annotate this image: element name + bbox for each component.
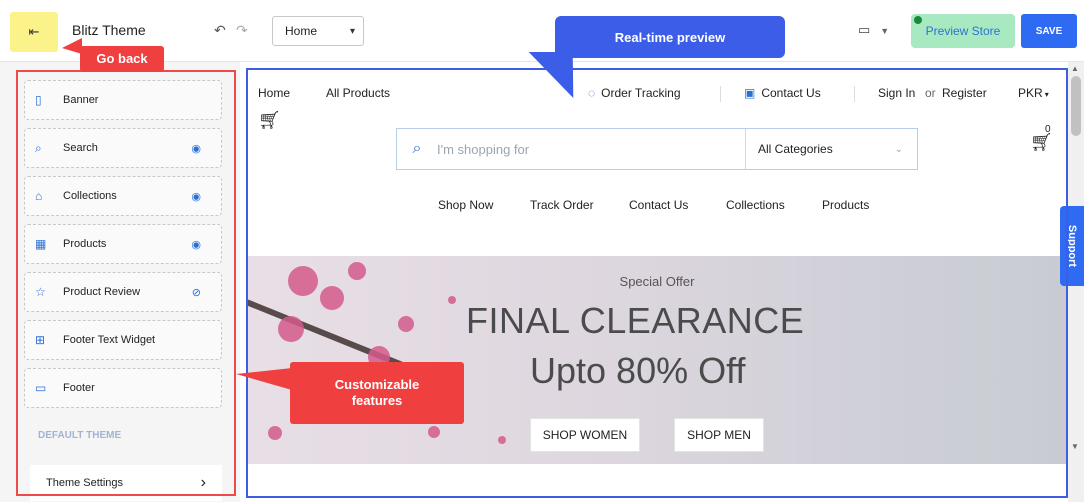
exit-icon: ⇤ bbox=[28, 24, 40, 39]
page-select-value: Home bbox=[285, 24, 318, 38]
caret-down-icon: ▼ bbox=[880, 26, 890, 36]
divider bbox=[854, 86, 855, 102]
blossom-decor bbox=[498, 436, 506, 444]
save-button[interactable]: SAVE bbox=[1021, 14, 1077, 48]
theme-settings-label: Theme Settings bbox=[46, 477, 124, 489]
chevron-down-icon: ▾ bbox=[349, 25, 355, 37]
category-select[interactable]: All Categories ⌄ bbox=[745, 129, 917, 169]
scroll-down-icon[interactable]: ▼ bbox=[1071, 442, 1079, 451]
preview-nav-home[interactable]: Home bbox=[258, 86, 290, 100]
sidebar-item-label: Product Review bbox=[63, 286, 141, 298]
support-label: Support bbox=[1066, 224, 1079, 268]
collections-icon: ⌂ bbox=[35, 189, 43, 203]
sidebar-item-label: Products bbox=[63, 238, 107, 250]
footer-icon: ▭ bbox=[35, 381, 47, 395]
shop-women-button[interactable]: SHOP WOMEN bbox=[530, 418, 640, 452]
redo-icon[interactable]: ↷ bbox=[236, 22, 248, 39]
theme-name: Blitz Theme bbox=[72, 22, 146, 38]
search-input[interactable]: I'm shopping for bbox=[437, 142, 745, 157]
currency-select[interactable]: PKR ▾ bbox=[1018, 86, 1049, 100]
store-search: ⌕ I'm shopping for All Categories ⌄ bbox=[396, 128, 918, 170]
banner-headline: FINAL CLEARANCE bbox=[466, 300, 805, 341]
sidebar-item-search[interactable]: ⌕ Search ◉ bbox=[24, 128, 222, 168]
preview-store-button[interactable]: Preview Store bbox=[911, 14, 1015, 48]
contact-us-link[interactable]: ▣ Contact Us bbox=[744, 86, 821, 100]
shop-men-button[interactable]: SHOP MEN bbox=[674, 418, 764, 452]
menu-contact-us[interactable]: Contact Us bbox=[629, 198, 688, 212]
product-review-icon: ☆ bbox=[35, 285, 46, 299]
banner-icon: ▯ bbox=[35, 93, 42, 107]
scroll-thumb[interactable] bbox=[1071, 76, 1081, 136]
sidebar-item-product-review[interactable]: ☆ Product Review ⊘ bbox=[24, 272, 222, 312]
menu-products[interactable]: Products bbox=[822, 198, 869, 212]
divider bbox=[720, 86, 721, 102]
logo-cart-icon[interactable]: 🛒︎ bbox=[258, 110, 281, 131]
contact-icon: ▣ bbox=[744, 86, 756, 100]
default-theme-heading: DEFAULT THEME bbox=[38, 430, 122, 441]
blossom-decor bbox=[320, 286, 344, 310]
order-tracking-label: Order Tracking bbox=[601, 86, 681, 100]
search-icon: ⌕ bbox=[412, 140, 422, 157]
scroll-up-icon[interactable]: ▲ bbox=[1071, 64, 1079, 73]
blossom-decor bbox=[428, 426, 440, 438]
banner-subheadline: Upto 80% Off bbox=[530, 350, 746, 391]
sign-in-link[interactable]: Sign In bbox=[878, 86, 915, 100]
callout-pointer bbox=[236, 368, 292, 390]
cart-count: 0 bbox=[1045, 124, 1051, 135]
live-preview: Home All Products ◌ Order Tracking ▣ Conta… bbox=[248, 70, 1066, 496]
banner-kicker: Special Offer bbox=[619, 274, 695, 289]
blossom-decor bbox=[448, 296, 456, 304]
page-select[interactable]: Home ▾ bbox=[272, 16, 364, 46]
or-text: or bbox=[925, 86, 936, 100]
preview-store-label: Preview Store bbox=[925, 24, 1001, 38]
caret-down-icon: ▾ bbox=[1044, 90, 1049, 99]
products-icon: ▦ bbox=[35, 237, 47, 251]
blossom-decor bbox=[268, 426, 282, 440]
sidebar-item-products[interactable]: ▦ Products ◉ bbox=[24, 224, 222, 264]
widget-icon: ⊞ bbox=[35, 333, 46, 347]
menu-shop-now[interactable]: Shop Now bbox=[438, 198, 493, 212]
eye-icon[interactable]: ◉ bbox=[191, 190, 201, 203]
chevron-right-icon: › bbox=[200, 474, 206, 491]
chevron-down-icon: ⌄ bbox=[894, 143, 903, 155]
customizable-callout-label: Customizable features bbox=[334, 377, 420, 408]
cart-icon[interactable]: 🛒︎ bbox=[1030, 132, 1053, 153]
go-back-callout: Go back bbox=[80, 46, 164, 72]
hero-banner: Special Offer FINAL CLEARANCE Upto 80% O… bbox=[248, 256, 1066, 464]
sidebar-item-footer[interactable]: ▭ Footer bbox=[24, 368, 222, 408]
eye-off-icon[interactable]: ⊘ bbox=[192, 286, 201, 299]
sidebar-item-label: Footer bbox=[63, 382, 95, 394]
sidebar-item-footer-text-widget[interactable]: ⊞ Footer Text Widget bbox=[24, 320, 222, 360]
menu-track-order[interactable]: Track Order bbox=[530, 198, 594, 212]
sidebar-item-label: Footer Text Widget bbox=[63, 334, 156, 346]
sidebar-item-collections[interactable]: ⌂ Collections ◉ bbox=[24, 176, 222, 216]
theme-settings-item[interactable]: Theme Settings › bbox=[30, 465, 222, 501]
sidebar-item-label: Search bbox=[63, 142, 98, 154]
sidebar-item-banner[interactable]: ▯ Banner bbox=[24, 80, 222, 120]
currency-label: PKR bbox=[1018, 86, 1043, 100]
desktop-icon: ▭ bbox=[858, 22, 871, 37]
blossom-decor bbox=[278, 316, 304, 342]
eye-icon[interactable]: ◉ bbox=[191, 142, 201, 155]
undo-icon[interactable]: ↶ bbox=[214, 22, 226, 39]
category-value: All Categories bbox=[758, 142, 833, 156]
register-link[interactable]: Register bbox=[942, 86, 987, 100]
sidebar-item-label: Banner bbox=[63, 94, 99, 106]
status-dot bbox=[914, 16, 922, 24]
blossom-decor bbox=[398, 316, 414, 332]
preview-nav-all-products[interactable]: All Products bbox=[326, 86, 390, 100]
sidebar-item-label: Collections bbox=[63, 190, 117, 202]
customizable-callout: Customizable features bbox=[290, 362, 464, 424]
device-select[interactable]: ▭ ▼ bbox=[858, 22, 889, 38]
menu-collections[interactable]: Collections bbox=[726, 198, 785, 212]
eye-icon[interactable]: ◉ bbox=[191, 238, 201, 251]
go-back-button[interactable]: ⇤ bbox=[10, 12, 58, 52]
support-tab[interactable]: Support bbox=[1060, 206, 1084, 286]
search-icon: ⌕ bbox=[35, 140, 42, 155]
realtime-preview-callout: Real-time preview bbox=[555, 16, 785, 58]
contact-us-label: Contact Us bbox=[761, 86, 821, 100]
callout-pointer bbox=[62, 38, 82, 54]
